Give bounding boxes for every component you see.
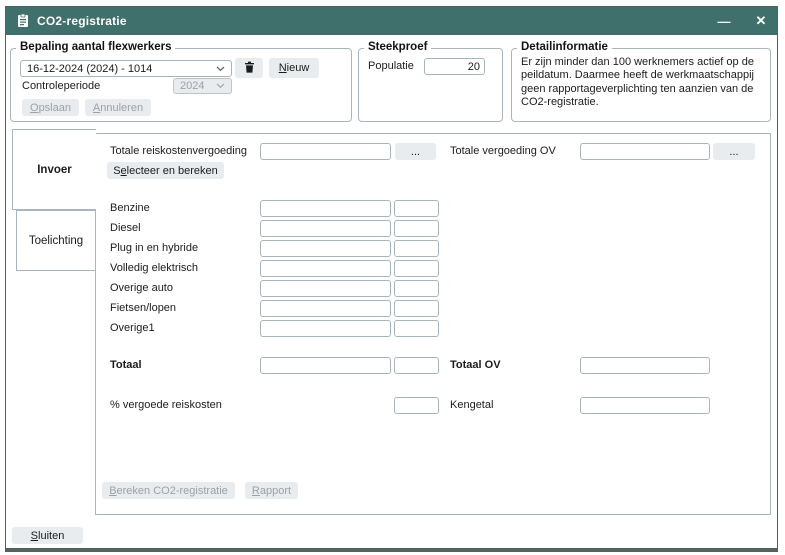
fuel-row-input[interactable] (260, 240, 391, 257)
totaal-ov-label: Totaal OV (450, 357, 501, 374)
kengetal-input[interactable] (580, 397, 710, 414)
peildatum-combobox[interactable]: 16-12-2024 (2024) - 1014 (20, 60, 232, 77)
totale-ov-browse-button[interactable]: ... (713, 143, 755, 160)
title-bar: CO2-registratie — ✕ (6, 7, 777, 35)
fuel-row-label: Overige auto (110, 280, 173, 297)
selecteer-en-bereken-button[interactable]: Selecteer en bereken (107, 162, 224, 179)
populatie-input[interactable] (424, 58, 485, 75)
totaal-input-small[interactable] (394, 357, 439, 374)
sluiten-button[interactable]: Sluiten (12, 527, 83, 544)
nieuw-button[interactable]: Nieuw (269, 58, 319, 78)
populatie-label: Populatie (368, 58, 414, 75)
co2-registratie-dialog: CO2-registratie — ✕ Bepaling aantal flex… (5, 6, 778, 552)
trash-icon (244, 61, 255, 76)
fuel-row-label: Benzine (110, 200, 150, 217)
controleperiode-label: Controleperiode (22, 78, 100, 95)
tab-toelichting[interactable]: Toelichting (16, 210, 95, 271)
totale-ov-input[interactable] (580, 143, 710, 160)
totaal-label: Totaal (110, 357, 142, 374)
kengetal-label: Kengetal (450, 397, 493, 414)
totale-ov-label: Totale vergoeding OV (450, 143, 556, 160)
opslaan-button: Opslaan (22, 99, 79, 116)
totale-reiskosten-input[interactable] (260, 143, 391, 160)
fuel-row-input[interactable] (260, 320, 391, 337)
registration-document-icon (17, 14, 29, 28)
annuleren-button: Annuleren (85, 99, 151, 116)
fuel-row-input-small[interactable] (394, 300, 439, 317)
fuel-row-label: Plug in en hybride (110, 240, 198, 257)
pct-vergoede-reiskosten-input[interactable] (394, 397, 439, 414)
fuel-row-input-small[interactable] (394, 200, 439, 217)
totaal-ov-input[interactable] (580, 357, 710, 374)
group-steekproef: Steekproef Populatie (358, 48, 503, 122)
ellipsis-icon: ... (411, 146, 420, 158)
fuel-row-input-small[interactable] (394, 280, 439, 297)
fuel-row-label: Overige1 (110, 320, 155, 337)
detail-info-text: Er zijn minder dan 100 werknemers actief… (521, 56, 767, 110)
delete-peildatum-button[interactable] (235, 58, 263, 78)
close-button[interactable]: ✕ (749, 7, 773, 35)
rapport-button: Rapport (245, 482, 298, 499)
fuel-row-input-small[interactable] (394, 260, 439, 277)
tab-invoer[interactable]: Invoer (12, 129, 96, 210)
pct-vergoede-reiskosten-label: % vergoede reiskosten (110, 397, 222, 414)
chevron-down-icon (216, 83, 225, 89)
bereken-co2-registratie-button: Bereken CO2-registratie (102, 482, 235, 499)
ellipsis-icon: ... (729, 146, 738, 158)
totale-reiskosten-browse-button[interactable]: ... (395, 143, 436, 160)
totaal-input[interactable] (260, 357, 391, 374)
group-title: Detailinformatie (517, 41, 612, 53)
group-title: Bepaling aantal flexwerkers (16, 41, 175, 53)
fuel-row-input-small[interactable] (394, 220, 439, 237)
fuel-row-label: Diesel (110, 220, 141, 237)
fuel-row-input[interactable] (260, 260, 391, 277)
totale-reiskosten-label: Totale reiskostenvergoeding (110, 143, 247, 160)
group-bepaling-flexwerkers: Bepaling aantal flexwerkers 16-12-2024 (… (10, 48, 352, 122)
minimize-button[interactable]: — (712, 7, 736, 35)
fuel-row-input-small[interactable] (394, 240, 439, 257)
fuel-row-input[interactable] (260, 300, 391, 317)
fuel-row-input-small[interactable] (394, 320, 439, 337)
group-title: Steekproef (364, 41, 431, 53)
controleperiode-combobox: 2024 (173, 78, 232, 94)
fuel-row-input[interactable] (260, 220, 391, 237)
window-title: CO2-registratie (37, 14, 127, 28)
chevron-down-icon (216, 66, 225, 72)
fuel-row-label: Fietsen/lopen (110, 300, 176, 317)
fuel-row-input[interactable] (260, 200, 391, 217)
fuel-row-label: Volledig elektrisch (110, 260, 198, 277)
group-detailinformatie: Detailinformatie Er zijn minder dan 100 … (511, 48, 771, 122)
fuel-row-input[interactable] (260, 280, 391, 297)
